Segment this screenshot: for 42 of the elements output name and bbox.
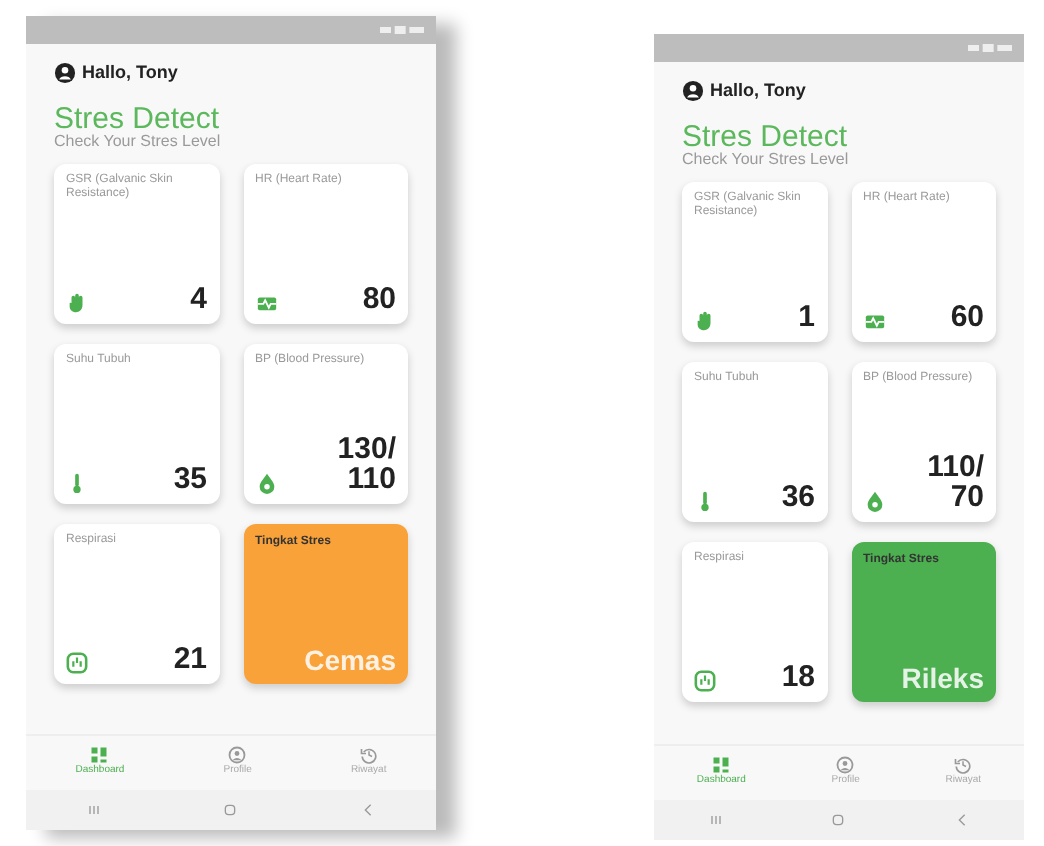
lungs-icon [66, 652, 88, 675]
history-icon [359, 746, 378, 765]
account-icon [54, 62, 76, 85]
card-value: 21 [173, 644, 207, 675]
app-subtitle: Check Your Stres Level [54, 134, 223, 153]
account-icon [682, 80, 704, 103]
app-title: Stres Detect [682, 121, 850, 153]
card-value: 80 [362, 284, 396, 315]
recent-apps-icon[interactable] [86, 802, 103, 818]
profile-icon [836, 756, 855, 775]
greeting-text: Hallo, Tony [710, 78, 806, 104]
heart-rate-monitor-icon [255, 292, 277, 315]
card-value: 36 [781, 482, 815, 513]
card-value: 60 [950, 302, 984, 333]
dashboard-icon [90, 746, 109, 765]
app-title: Stres Detect [54, 103, 222, 135]
app-subtitle: Check Your Stres Level [682, 152, 851, 171]
heart-rate-monitor-icon [863, 310, 885, 333]
card-value: 18 [781, 662, 815, 693]
stress-level-value: Cemas [302, 646, 396, 675]
profile-icon [228, 746, 247, 765]
status-icons [380, 24, 424, 36]
card-value: 130/110 [337, 434, 396, 495]
pressure-gauge-icon [863, 490, 885, 513]
history-icon [954, 756, 973, 775]
card-value: 4 [190, 284, 207, 315]
card-value: 35 [173, 464, 207, 495]
recent-apps-icon[interactable] [707, 812, 724, 828]
lungs-icon [694, 670, 716, 693]
back-icon[interactable] [359, 802, 376, 818]
hand-icon [66, 292, 88, 315]
stress-level-value: Rileks [899, 664, 984, 693]
hand-icon [694, 310, 716, 333]
card-value: 110/70 [927, 452, 984, 513]
status-icons [968, 42, 1012, 54]
card-value: 1 [798, 302, 815, 333]
pressure-gauge-icon [255, 472, 277, 495]
home-icon[interactable] [222, 802, 239, 818]
dashboard-icon [712, 756, 731, 775]
back-icon[interactable] [954, 812, 971, 828]
greeting-text: Hallo, Tony [82, 60, 178, 86]
home-icon[interactable] [830, 812, 847, 828]
